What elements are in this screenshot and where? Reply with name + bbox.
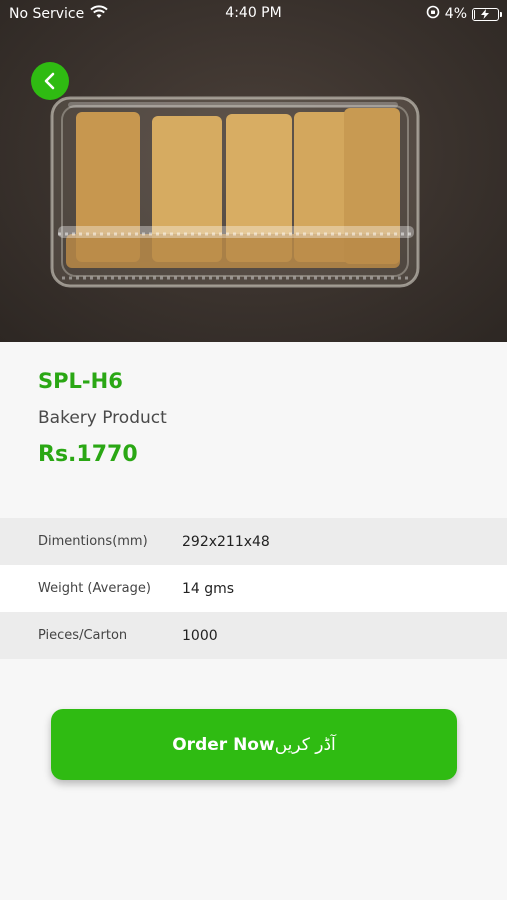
spec-label: Pieces/Carton (38, 628, 128, 643)
spec-label: Dimentions(mm) (38, 534, 148, 549)
battery-percent: 4% (444, 6, 467, 22)
product-image: 4:40 PM No Service 4% (0, 0, 507, 342)
spec-value: 292x211x48 (182, 533, 270, 550)
battery-icon (472, 7, 502, 21)
product-photo (50, 96, 420, 288)
spec-value: 1000 (182, 627, 218, 644)
order-button-label: Order Now (172, 734, 275, 755)
status-right: 4% (426, 5, 502, 23)
status-left: No Service (9, 5, 108, 23)
spec-label: Weight (Average) (38, 581, 151, 596)
product-code: SPL-H6 (38, 369, 123, 393)
status-bar: 4:40 PM No Service 4% (0, 0, 507, 28)
specs-table: Dimentions(mm) 292x211x48 Weight (Averag… (0, 518, 507, 659)
chevron-left-icon (44, 72, 55, 90)
product-price: Rs.1770 (38, 442, 138, 467)
orientation-lock-icon (426, 5, 440, 23)
spec-row-pieces: Pieces/Carton 1000 (0, 612, 507, 659)
wifi-icon (90, 5, 108, 23)
battery-fill (474, 9, 475, 19)
back-button[interactable] (31, 62, 69, 100)
carrier-label: No Service (9, 6, 85, 22)
spec-value: 14 gms (182, 580, 235, 597)
order-now-button[interactable]: Order Now آڈر کریں (51, 709, 457, 780)
product-details: SPL-H6 Bakery Product Rs.1770 Dimentions… (0, 342, 507, 900)
spec-row-weight: Weight (Average) 14 gms (0, 565, 507, 612)
product-category: Bakery Product (38, 408, 167, 428)
spec-row-dimensions: Dimentions(mm) 292x211x48 (0, 518, 507, 565)
order-button-label-urdu: آڈر کریں (274, 734, 336, 755)
